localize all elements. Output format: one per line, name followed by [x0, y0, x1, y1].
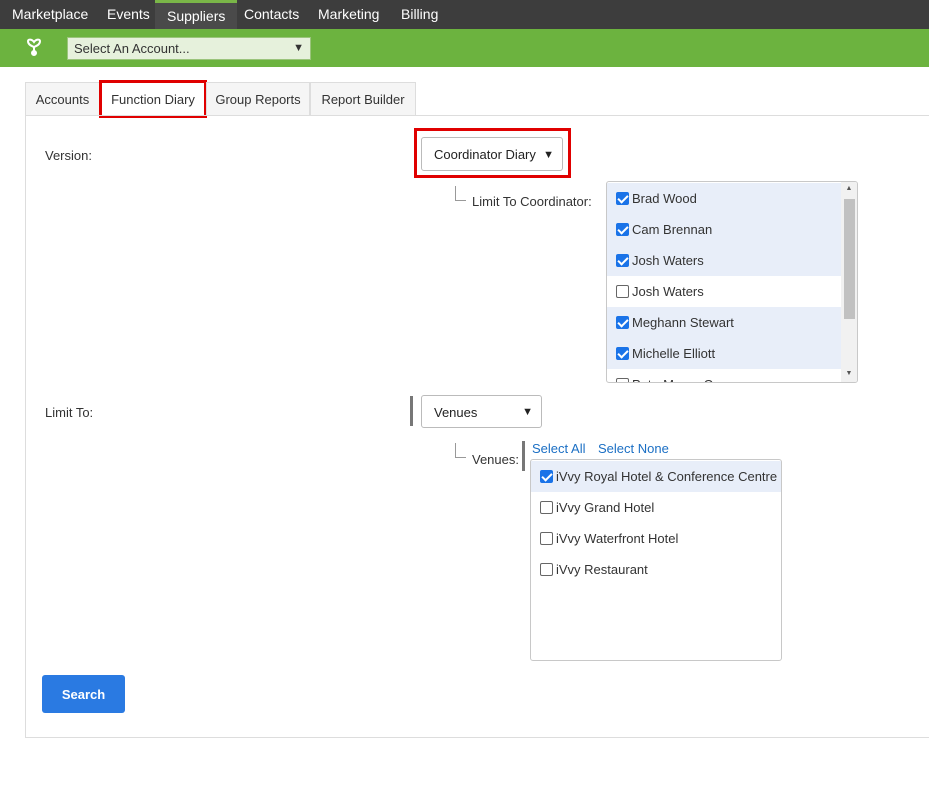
limit-to-label: Limit To:	[45, 405, 94, 420]
tab-accounts[interactable]: Accounts	[25, 82, 100, 116]
checkbox[interactable]	[616, 254, 629, 267]
coordinator-listbox[interactable]: Brad Wood Cam Brennan Josh Waters Josh W…	[606, 181, 858, 383]
list-item[interactable]: Cam Brennan	[607, 214, 841, 245]
scroll-down-icon[interactable]: ▼	[841, 367, 857, 381]
nav-events[interactable]: Events	[107, 0, 150, 29]
nav-marketing[interactable]: Marketing	[318, 0, 379, 29]
list-item-label: Cam Brennan	[632, 222, 713, 237]
list-item-label: Michelle Elliott	[632, 346, 716, 361]
version-label: Version:	[45, 148, 92, 163]
list-item[interactable]: iVvy Royal Hotel & Conference Centre	[531, 461, 781, 492]
coordinator-label: Limit To Coordinator:	[472, 194, 592, 209]
checkbox[interactable]	[616, 285, 629, 298]
scroll-up-icon[interactable]: ▲	[841, 182, 857, 196]
list-item-label: Pete-Maree Cameron	[632, 369, 757, 382]
account-bar: Select An Account... ▼	[0, 29, 929, 67]
chevron-down-icon: ▼	[293, 42, 304, 54]
checkbox[interactable]	[540, 501, 553, 514]
nav-suppliers[interactable]: Suppliers	[155, 0, 238, 29]
list-item-label: Meghann Stewart	[632, 315, 734, 330]
list-item-label: iVvy Restaurant	[556, 562, 648, 577]
version-select-value: Coordinator Diary	[434, 147, 536, 162]
chevron-down-icon: ▼	[543, 149, 554, 161]
nav-billing[interactable]: Billing	[401, 0, 438, 29]
scrollbar[interactable]: ▲ ▼	[841, 182, 857, 382]
venues-listbox[interactable]: iVvy Royal Hotel & Conference Centre iVv…	[530, 459, 782, 661]
tab-report-builder[interactable]: Report Builder	[310, 82, 416, 116]
list-item[interactable]: Meghann Stewart	[607, 307, 841, 338]
checkbox[interactable]	[616, 316, 629, 329]
checkbox[interactable]	[616, 347, 629, 360]
list-item[interactable]: Pete-Maree Cameron	[607, 369, 841, 382]
limit-to-select-value: Venues	[434, 405, 478, 420]
list-item-label: Brad Wood	[632, 191, 697, 206]
list-item-label: iVvy Grand Hotel	[556, 500, 655, 515]
account-select[interactable]: Select An Account... ▼	[67, 37, 311, 60]
list-item[interactable]: Josh Waters	[607, 276, 841, 307]
checkbox[interactable]	[540, 563, 553, 576]
account-select-value: Select An Account...	[74, 41, 190, 56]
chevron-down-icon: ▼	[522, 406, 533, 418]
list-item-label: iVvy Waterfront Hotel	[556, 531, 679, 546]
tree-connector	[455, 443, 466, 458]
nav-marketplace[interactable]: Marketplace	[12, 0, 88, 29]
checkbox[interactable]	[540, 532, 553, 545]
list-item-label: Josh Waters	[632, 284, 704, 299]
list-item[interactable]: Brad Wood	[607, 183, 841, 214]
divider	[522, 441, 525, 471]
select-all-link[interactable]: Select All	[532, 441, 585, 456]
scroll-thumb[interactable]	[844, 199, 855, 319]
venues-label: Venues:	[472, 452, 519, 467]
list-item[interactable]: iVvy Restaurant	[531, 554, 781, 585]
tree-connector	[455, 186, 466, 201]
select-none-link[interactable]: Select None	[598, 441, 669, 456]
list-item[interactable]: iVvy Grand Hotel	[531, 492, 781, 523]
list-item-label: iVvy Royal Hotel & Conference Centre	[556, 469, 778, 484]
checkbox[interactable]	[616, 192, 629, 205]
list-item[interactable]: Michelle Elliott	[607, 338, 841, 369]
list-item[interactable]: iVvy Waterfront Hotel	[531, 523, 781, 554]
logo-icon[interactable]	[24, 37, 44, 57]
checkbox[interactable]	[616, 378, 629, 382]
list-item[interactable]: Josh Waters	[607, 245, 841, 276]
nav-contacts[interactable]: Contacts	[244, 0, 299, 29]
search-button[interactable]: Search	[42, 675, 125, 713]
tab-group-reports[interactable]: Group Reports	[206, 82, 310, 116]
divider	[410, 396, 413, 426]
highlight-function-diary-tab	[99, 80, 207, 118]
list-item-label: Josh Waters	[632, 253, 704, 268]
version-select[interactable]: Coordinator Diary ▼	[421, 137, 563, 171]
checkbox[interactable]	[616, 223, 629, 236]
top-nav: Marketplace Events Suppliers Contacts Ma…	[0, 0, 929, 29]
limit-to-select[interactable]: Venues ▼	[421, 395, 542, 428]
checkbox[interactable]	[540, 470, 553, 483]
